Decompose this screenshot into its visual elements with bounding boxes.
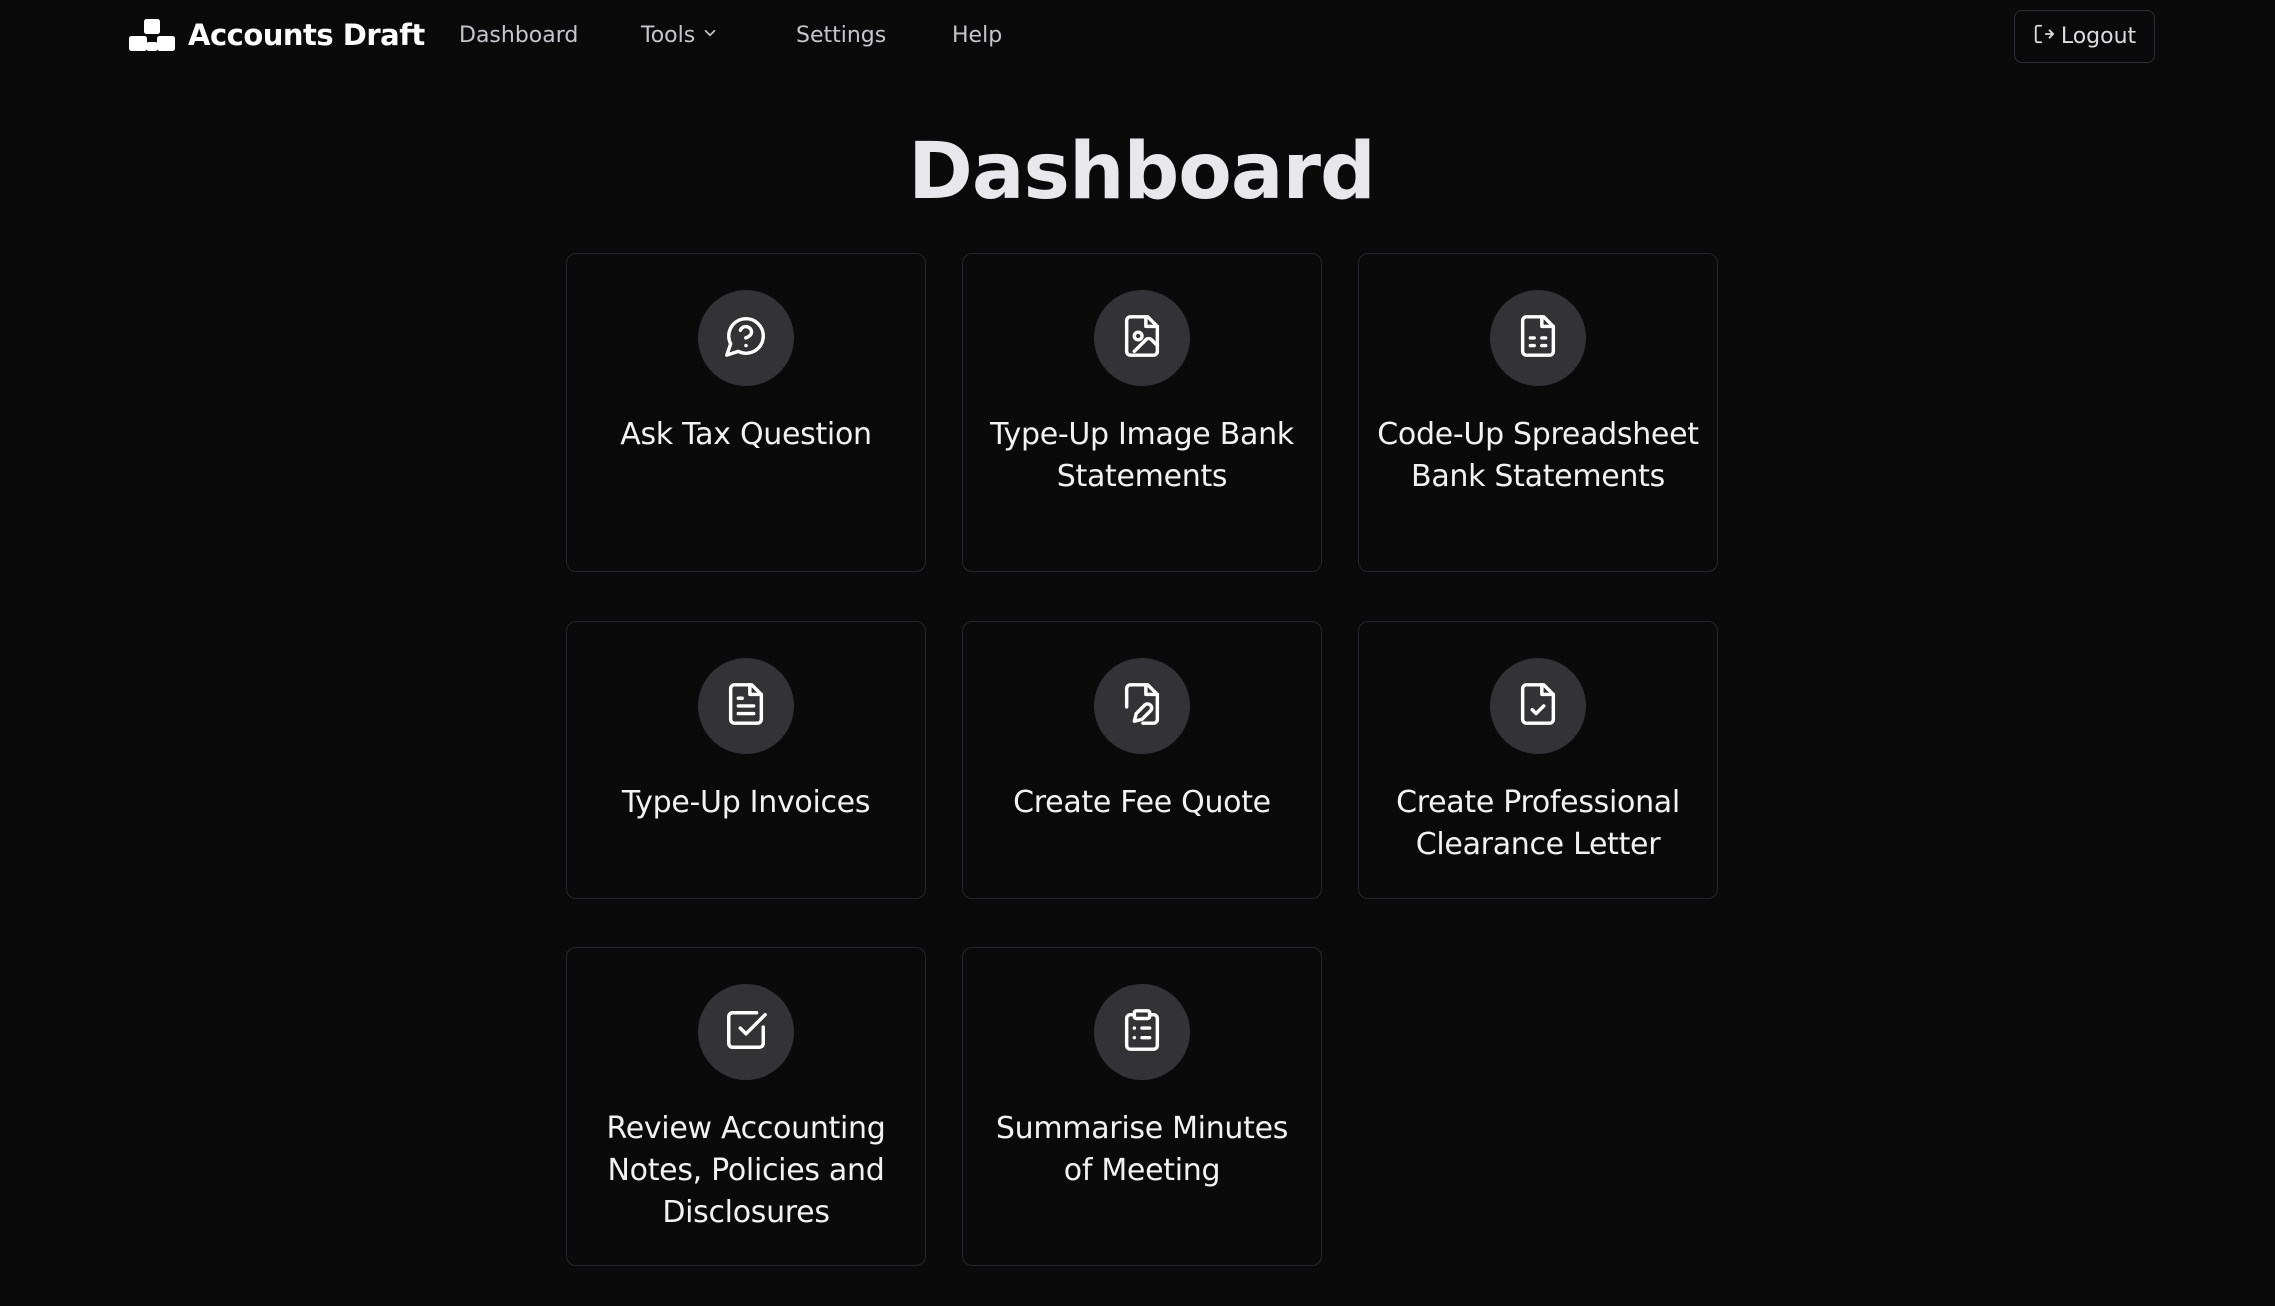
card-type-up-invoices[interactable]: Type-Up Invoices [566, 621, 926, 899]
page-title: Dashboard [908, 127, 1376, 217]
card-icon-wrap [1094, 290, 1190, 386]
card-icon-wrap [1094, 658, 1190, 754]
card-icon-wrap [698, 658, 794, 754]
card-label: Type-Up Image Bank Statements [990, 417, 1294, 494]
file-check-icon [1515, 681, 1561, 731]
brand-logo-link[interactable]: Accounts Draft [128, 18, 425, 52]
chevron-down-icon [701, 23, 719, 48]
card-label: Create Professional Clearance Letter [1396, 785, 1680, 862]
nav-help[interactable]: Help [952, 23, 1002, 48]
card-icon-wrap [1490, 290, 1586, 386]
card-review-accounting-notes[interactable]: Review Accounting Notes, Policies and Di… [566, 947, 926, 1266]
logout-label: Logout [2060, 24, 2137, 49]
logout-icon [2033, 23, 2055, 51]
card-summarise-minutes-of-meeting[interactable]: Summarise Minutes of Meeting [962, 947, 1322, 1266]
card-create-fee-quote[interactable]: Create Fee Quote [962, 621, 1322, 899]
nav-dashboard[interactable]: Dashboard [459, 23, 578, 48]
card-icon-wrap [698, 290, 794, 386]
card-label: Code-Up Spreadsheet Bank Statements [1377, 417, 1699, 494]
square-check-icon [723, 1007, 769, 1057]
clipboard-list-icon [1119, 1007, 1165, 1057]
nav-tools-dropdown[interactable]: Tools [641, 23, 719, 48]
card-type-up-image-bank-statements[interactable]: Type-Up Image Bank Statements [962, 253, 1322, 572]
card-ask-tax-question[interactable]: Ask Tax Question [566, 253, 926, 572]
card-icon-wrap [698, 984, 794, 1080]
nav-tools-label: Tools [641, 23, 696, 48]
card-label: Summarise Minutes of Meeting [995, 1111, 1289, 1188]
card-label: Create Fee Quote [1013, 785, 1271, 820]
nav-settings[interactable]: Settings [796, 23, 886, 48]
card-icon-wrap [1490, 658, 1586, 754]
top-navbar: Accounts Draft Dashboard Tools Settings … [0, 0, 2275, 74]
card-create-professional-clearance-letter[interactable]: Create Professional Clearance Letter [1358, 621, 1718, 899]
card-label: Type-Up Invoices [621, 785, 871, 820]
file-pen-icon [1119, 681, 1165, 731]
file-text-icon [723, 681, 769, 731]
file-image-icon [1119, 313, 1165, 363]
card-icon-wrap [1094, 984, 1190, 1080]
card-label: Review Accounting Notes, Policies and Di… [606, 1111, 886, 1230]
card-label: Ask Tax Question [620, 417, 872, 452]
stacked-blocks-logo-icon [128, 18, 176, 52]
file-spreadsheet-icon [1515, 313, 1561, 363]
chat-question-icon [723, 313, 769, 363]
brand-name: Accounts Draft [188, 18, 425, 52]
card-code-up-spreadsheet-bank-statements[interactable]: Code-Up Spreadsheet Bank Statements [1358, 253, 1718, 572]
logout-button[interactable]: Logout [2014, 10, 2155, 63]
